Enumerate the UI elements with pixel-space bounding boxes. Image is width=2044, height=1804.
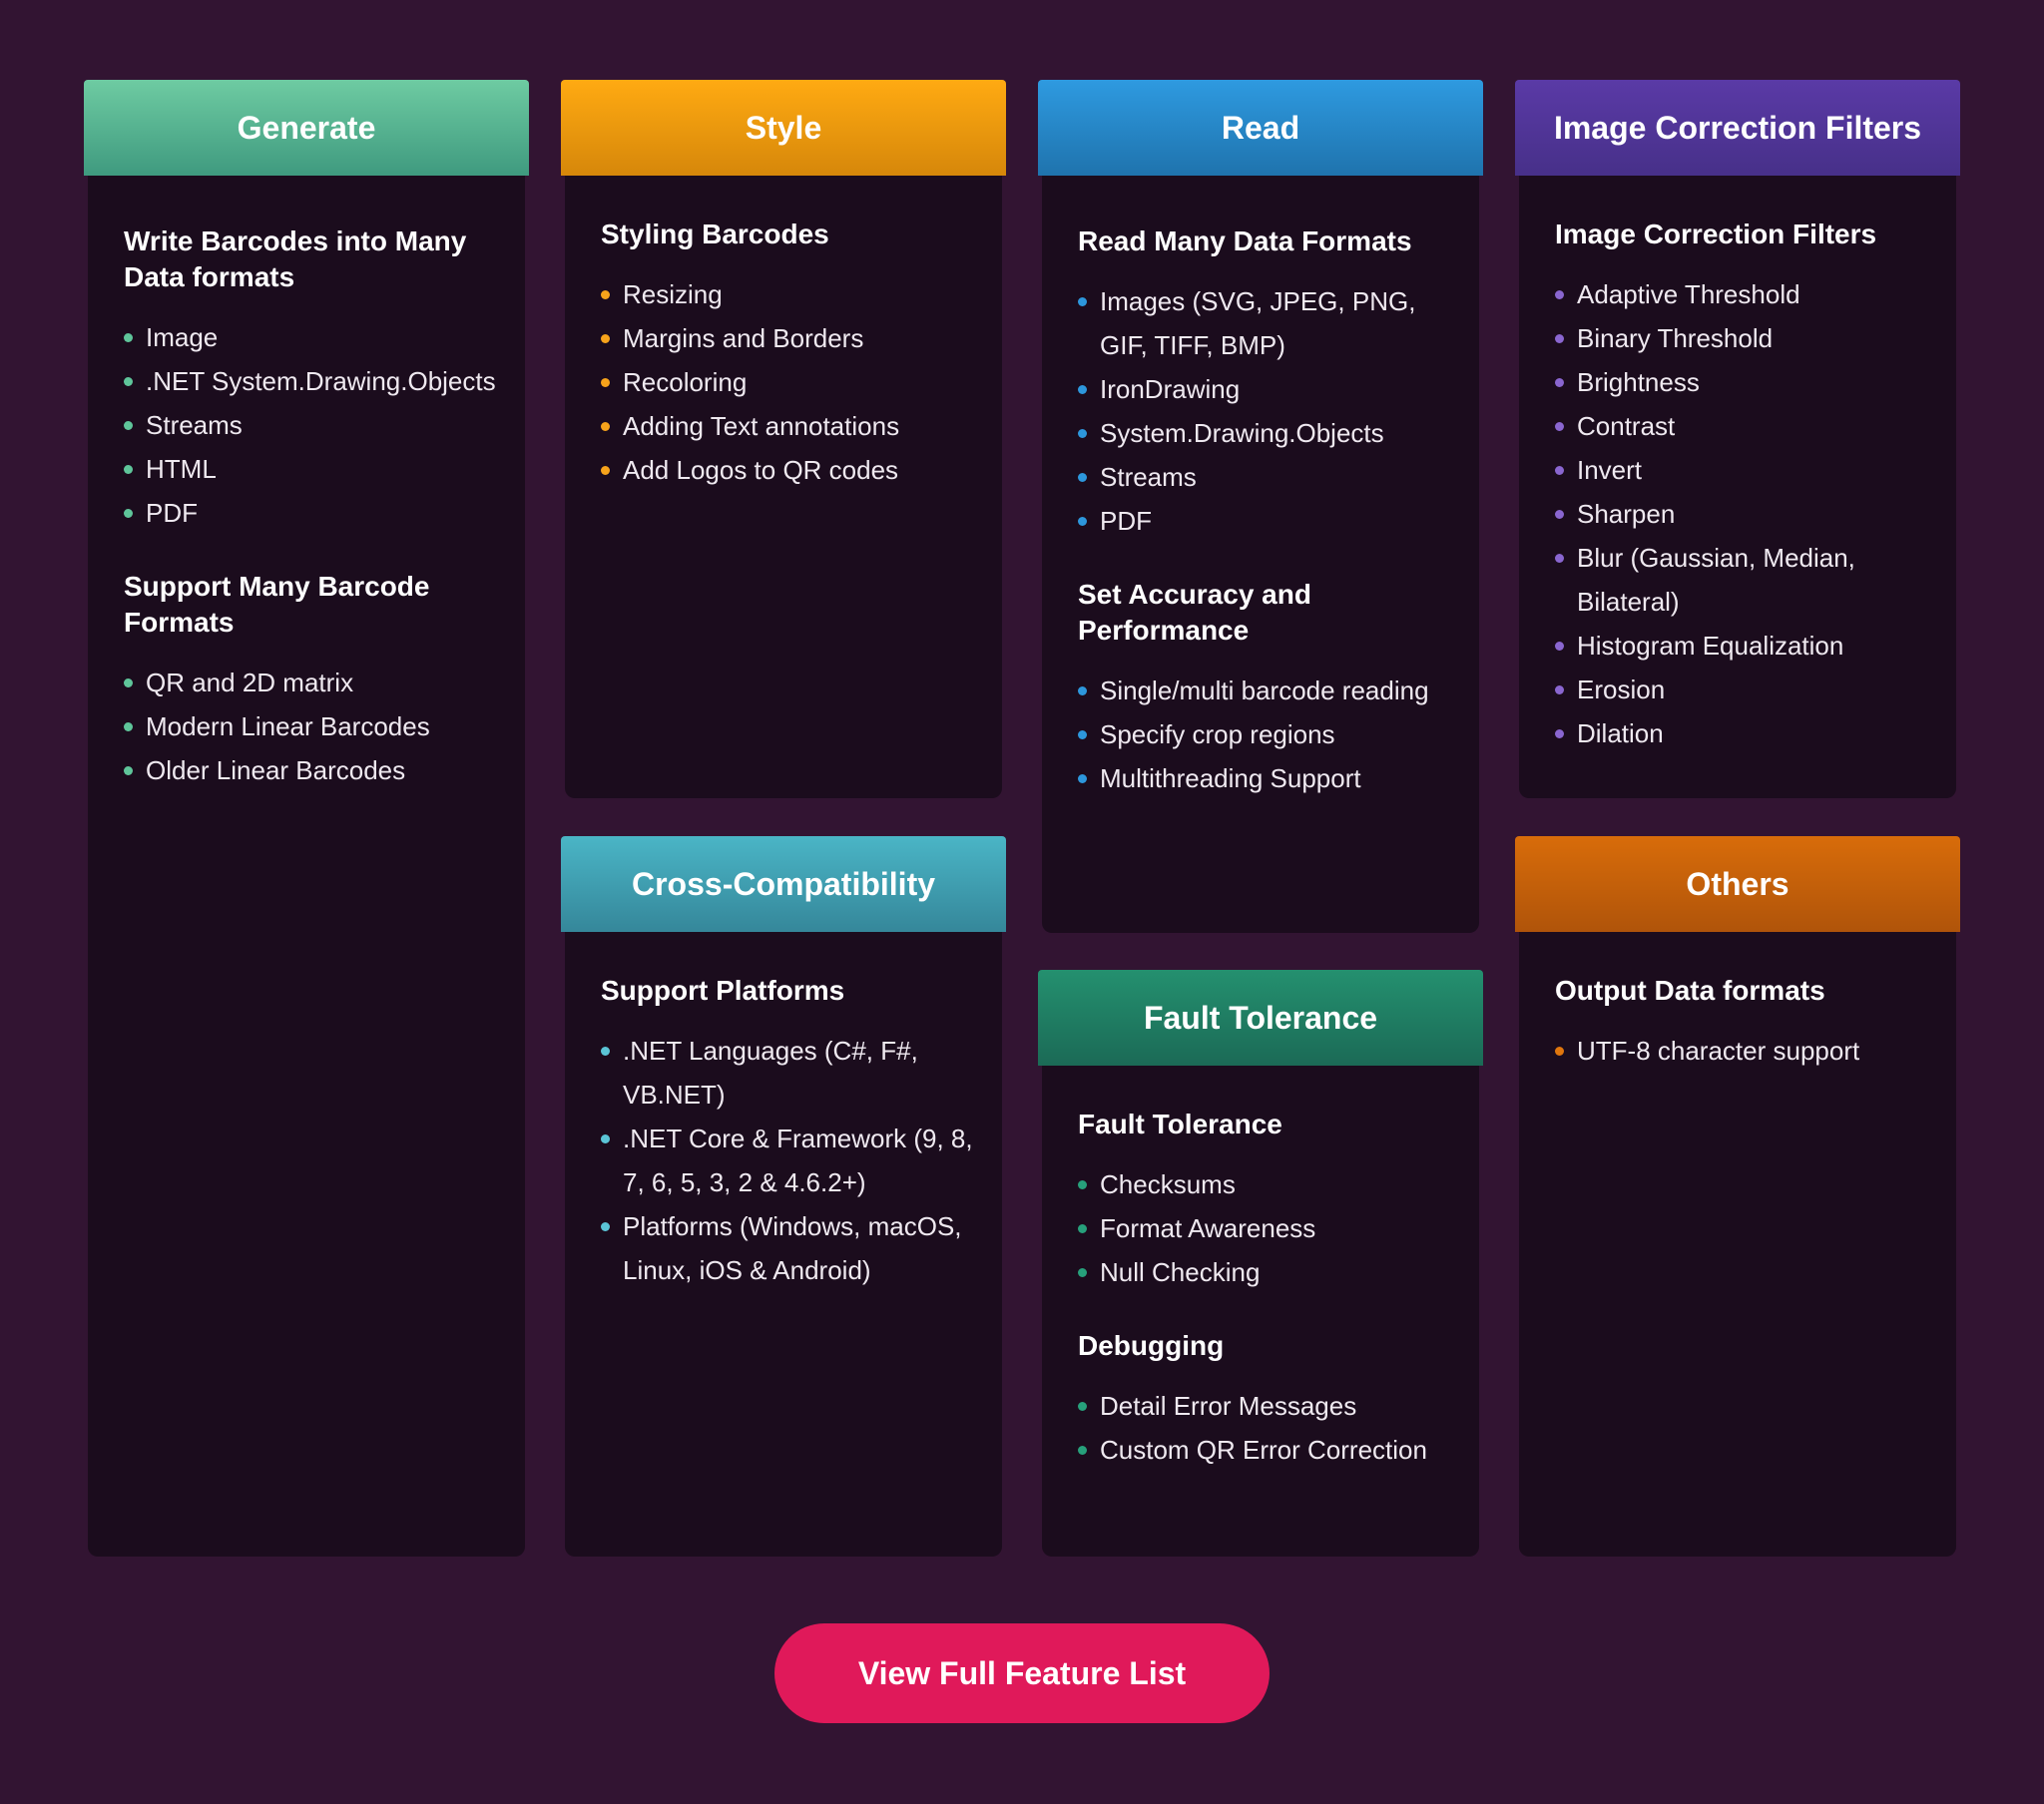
feature-list-item: Custom QR Error Correction [1078, 1428, 1451, 1472]
feature-list: UTF-8 character support [1555, 1029, 1928, 1073]
card-header-image-correction-filters: Image Correction Filters [1515, 80, 1960, 176]
feature-list-item: PDF [124, 491, 497, 535]
feature-section: Debugging Detail Error Messages Custom QR … [1078, 1328, 1451, 1472]
view-full-feature-list-button[interactable]: View Full Feature List [774, 1623, 1270, 1723]
feature-list-item: Contrast [1555, 404, 1928, 448]
card-body-fault-tolerance: Fault Tolerance Checksums Format Awareness… [1078, 1107, 1451, 1472]
feature-list-item: Detail Error Messages [1078, 1384, 1451, 1428]
feature-list-item: UTF-8 character support [1555, 1029, 1928, 1073]
feature-list-item: Invert [1555, 448, 1928, 492]
feature-list-item: Brightness [1555, 360, 1928, 404]
feature-list-item: Modern Linear Barcodes [124, 704, 497, 748]
feature-list: Adaptive Threshold Binary Threshold Bright… [1555, 272, 1928, 755]
card-header-fault-tolerance: Fault Tolerance [1038, 970, 1483, 1066]
feature-list: Images (SVG, JPEG, PNG, GIF, TIFF, BMP) I… [1078, 279, 1451, 543]
feature-list-item: Platforms (Windows, macOS, Linux, iOS & … [601, 1204, 974, 1292]
card-body-style: Styling Barcodes Resizing Margins and Bord… [601, 217, 974, 492]
feature-list: Single/multi barcode reading Specify crop… [1078, 669, 1451, 800]
feature-list: QR and 2D matrix Modern Linear Barcodes Ol… [124, 661, 497, 792]
feature-list: .NET Languages (C#, F#, VB.NET) .NET Core… [601, 1029, 974, 1292]
feature-list-item: Resizing [601, 272, 974, 316]
card-cross-compatibility: Cross-Compatibility Support Platforms .NE… [561, 836, 1006, 1557]
card-others: Others Output Data formats UTF-8 characte… [1515, 836, 1960, 1557]
feature-list-item: Histogram Equalization [1555, 624, 1928, 668]
feature-list-item: Images (SVG, JPEG, PNG, GIF, TIFF, BMP) [1078, 279, 1451, 367]
card-body-read: Read Many Data Formats Images (SVG, JPEG,… [1078, 224, 1451, 800]
feature-list: Image .NET System.Drawing.Objects Streams H… [124, 315, 497, 535]
feature-list-item: Older Linear Barcodes [124, 748, 497, 792]
feature-list-item: Adaptive Threshold [1555, 272, 1928, 316]
feature-list: Detail Error Messages Custom QR Error Cor… [1078, 1384, 1451, 1472]
card-header-others: Others [1515, 836, 1960, 932]
feature-list-item: .NET Languages (C#, F#, VB.NET) [601, 1029, 974, 1117]
feature-section: Set Accuracy and Performance Single/multi… [1078, 577, 1451, 800]
section-title: Output Data formats [1555, 975, 1825, 1006]
card-header-generate: Generate [84, 80, 529, 176]
section-title: Support Many Barcode Formats [124, 571, 430, 638]
card-body-generate: Write Barcodes into Many Data formats Ima… [124, 224, 497, 792]
feature-list: Resizing Margins and Borders Recoloring Add… [601, 272, 974, 492]
feature-section: Output Data formats UTF-8 character suppo… [1555, 973, 1928, 1073]
feature-list-item: Erosion [1555, 668, 1928, 711]
feature-list-item: Checksums [1078, 1162, 1451, 1206]
feature-section: Read Many Data Formats Images (SVG, JPEG,… [1078, 224, 1451, 543]
feature-list-item: System.Drawing.Objects [1078, 411, 1451, 455]
card-fault-tolerance: Fault Tolerance Fault Tolerance Checksums… [1038, 970, 1483, 1557]
feature-list-item: Margins and Borders [601, 316, 974, 360]
feature-list-item: .NET Core & Framework (9, 8, 7, 6, 5, 3,… [601, 1117, 974, 1204]
feature-list-item: Binary Threshold [1555, 316, 1928, 360]
feature-list-item: Image [124, 315, 497, 359]
card-style: Style Styling Barcodes Resizing Margins an… [561, 80, 1006, 798]
feature-list-item: Recoloring [601, 360, 974, 404]
feature-list-item: Blur (Gaussian, Median, Bilateral) [1555, 536, 1928, 624]
section-title: Read Many Data Formats [1078, 226, 1412, 256]
feature-list-item: QR and 2D matrix [124, 661, 497, 704]
card-read: Read Read Many Data Formats Images (SVG, … [1038, 80, 1483, 933]
feature-list: Checksums Format Awareness Null Checking [1078, 1162, 1451, 1294]
feature-list-item: IronDrawing [1078, 367, 1451, 411]
card-header-read: Read [1038, 80, 1483, 176]
feature-list-item: Format Awareness [1078, 1206, 1451, 1250]
feature-list-item: Add Logos to QR codes [601, 448, 974, 492]
feature-list-item: Multithreading Support [1078, 756, 1451, 800]
feature-list-item: Single/multi barcode reading [1078, 669, 1451, 712]
card-generate: Generate Write Barcodes into Many Data f… [84, 80, 529, 1557]
feature-list-item: HTML [124, 447, 497, 491]
feature-list-item: Null Checking [1078, 1250, 1451, 1294]
card-body-cross-compatibility: Support Platforms .NET Languages (C#, F#,… [601, 973, 974, 1292]
card-header-cross-compatibility: Cross-Compatibility [561, 836, 1006, 932]
feature-section: Styling Barcodes Resizing Margins and Bord… [601, 217, 974, 492]
card-body-others: Output Data formats UTF-8 character suppo… [1555, 973, 1928, 1073]
section-title: Image Correction Filters [1555, 219, 1877, 249]
card-image-correction-filters: Image Correction Filters Image Correctio… [1515, 80, 1960, 798]
feature-list-item: PDF [1078, 499, 1451, 543]
feature-section: Fault Tolerance Checksums Format Awareness… [1078, 1107, 1451, 1294]
feature-list-item: Sharpen [1555, 492, 1928, 536]
section-title: Support Platforms [601, 975, 845, 1006]
feature-section: Support Many Barcode Formats QR and 2D ma… [124, 569, 497, 792]
card-body-image-correction-filters: Image Correction Filters Adaptive Thresho… [1555, 217, 1928, 755]
card-header-style: Style [561, 80, 1006, 176]
feature-section: Image Correction Filters Adaptive Thresho… [1555, 217, 1928, 755]
section-title: Set Accuracy and Performance [1078, 579, 1311, 646]
feature-list-item: Streams [124, 403, 497, 447]
section-title: Write Barcodes into Many Data formats [124, 226, 467, 292]
section-title: Fault Tolerance [1078, 1109, 1282, 1139]
section-title: Styling Barcodes [601, 219, 829, 249]
feature-list-item: Specify crop regions [1078, 712, 1451, 756]
feature-section: Support Platforms .NET Languages (C#, F#,… [601, 973, 974, 1292]
feature-section: Write Barcodes into Many Data formats Ima… [124, 224, 497, 535]
section-title: Debugging [1078, 1330, 1225, 1361]
feature-list-item: Dilation [1555, 711, 1928, 755]
feature-list-item: Streams [1078, 455, 1451, 499]
feature-list-item: Adding Text annotations [601, 404, 974, 448]
feature-list-item: .NET System.Drawing.Objects [124, 359, 497, 403]
